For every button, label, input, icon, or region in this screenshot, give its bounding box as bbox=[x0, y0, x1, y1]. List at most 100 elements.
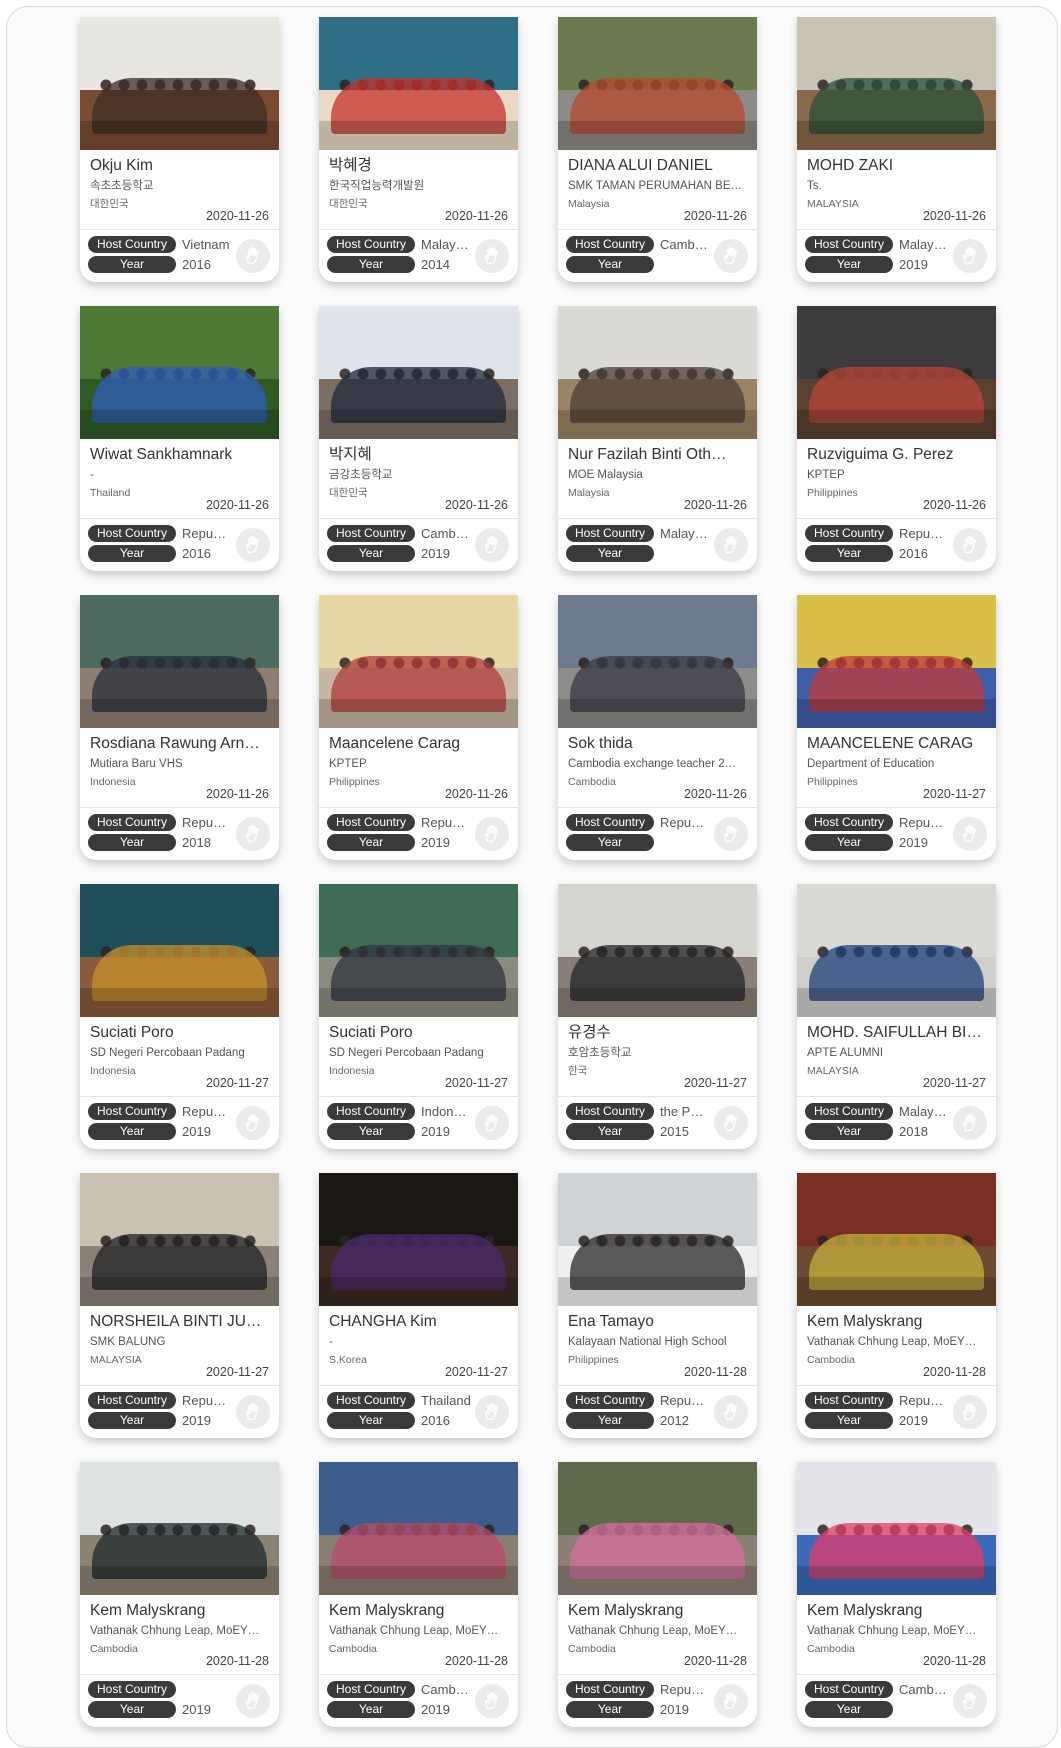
card-photo[interactable] bbox=[319, 1462, 518, 1595]
like-hand-icon[interactable] bbox=[236, 817, 270, 851]
person-name[interactable]: MOHD. SAIFULLAH BI… bbox=[807, 1023, 986, 1043]
photo-floor bbox=[797, 1276, 996, 1306]
person-name[interactable]: DIANA ALUI DANIEL bbox=[568, 156, 747, 176]
card-photo[interactable] bbox=[319, 1173, 518, 1306]
profile-card[interactable]: Kem Malyskrang Vathanak Chhung Leap, MoE… bbox=[319, 1462, 518, 1727]
like-hand-icon[interactable] bbox=[236, 1395, 270, 1429]
card-photo[interactable] bbox=[558, 17, 757, 150]
like-hand-icon[interactable] bbox=[236, 528, 270, 562]
card-photo[interactable] bbox=[797, 595, 996, 728]
like-hand-icon[interactable] bbox=[714, 1106, 748, 1140]
card-photo[interactable] bbox=[797, 884, 996, 1017]
like-hand-icon[interactable] bbox=[953, 1106, 987, 1140]
profile-card[interactable]: 박지혜 금강초등학교 대한민국 2020-11-26 Host Country … bbox=[319, 306, 518, 571]
profile-card[interactable]: 유경수 호암초등학교 한국 2020-11-27 Host Country th… bbox=[558, 884, 757, 1149]
like-hand-icon[interactable] bbox=[475, 528, 509, 562]
like-hand-icon[interactable] bbox=[714, 1684, 748, 1718]
person-name[interactable]: 박지혜 bbox=[329, 445, 508, 465]
profile-card[interactable]: 박혜경 한국직업능력개발원 대한민국 2020-11-26 Host Count… bbox=[319, 17, 518, 282]
card-photo[interactable] bbox=[80, 1462, 279, 1595]
person-name[interactable]: NORSHEILA BINTI JUL… bbox=[90, 1312, 269, 1332]
profile-card[interactable]: Maancelene Carag KPTEP Philippines 2020-… bbox=[319, 595, 518, 860]
card-photo[interactable] bbox=[558, 884, 757, 1017]
person-name[interactable]: Rosdiana Rawung Arn… bbox=[90, 734, 269, 754]
card-photo[interactable] bbox=[558, 1462, 757, 1595]
person-name[interactable]: Suciati Poro bbox=[90, 1023, 269, 1043]
card-photo[interactable] bbox=[80, 306, 279, 439]
card-photo[interactable] bbox=[319, 595, 518, 728]
like-hand-icon[interactable] bbox=[714, 1395, 748, 1429]
card-photo[interactable] bbox=[319, 17, 518, 150]
profile-card[interactable]: Sok thida Cambodia exchange teacher 2… C… bbox=[558, 595, 757, 860]
photo-floor bbox=[80, 1565, 279, 1595]
like-hand-icon[interactable] bbox=[475, 1684, 509, 1718]
profile-card[interactable]: NORSHEILA BINTI JUL… SMK BALUNG MALAYSIA… bbox=[80, 1173, 279, 1438]
profile-card[interactable]: MOHD. SAIFULLAH BI… APTE ALUMNI MALAYSIA… bbox=[797, 884, 996, 1149]
like-hand-icon[interactable] bbox=[475, 1395, 509, 1429]
card-photo[interactable] bbox=[319, 884, 518, 1017]
person-name[interactable]: Kem Malyskrang bbox=[568, 1601, 747, 1621]
profile-card[interactable]: Ruzviguima G. Perez KPTEP Philippines 20… bbox=[797, 306, 996, 571]
person-name[interactable]: CHANGHA Kim bbox=[329, 1312, 508, 1332]
profile-card[interactable]: MAANCELENE CARAG Department of Education… bbox=[797, 595, 996, 860]
person-name[interactable]: Suciati Poro bbox=[329, 1023, 508, 1043]
profile-card[interactable]: Ena Tamayo Kalayaan National High School… bbox=[558, 1173, 757, 1438]
profile-card[interactable]: Kem Malyskrang Vathanak Chhung Leap, MoE… bbox=[797, 1173, 996, 1438]
profile-card[interactable]: CHANGHA Kim - S.Korea 2020-11-27 Host Co… bbox=[319, 1173, 518, 1438]
profile-card[interactable]: Kem Malyskrang Vathanak Chhung Leap, MoE… bbox=[797, 1462, 996, 1727]
profile-card[interactable]: Rosdiana Rawung Arn… Mutiara Baru VHS In… bbox=[80, 595, 279, 860]
profile-card[interactable]: MOHD ZAKI Ts. MALAYSIA 2020-11-26 Host C… bbox=[797, 17, 996, 282]
profile-card[interactable]: DIANA ALUI DANIEL SMK TAMAN PERUMAHAN BE… bbox=[558, 17, 757, 282]
card-photo[interactable] bbox=[797, 1173, 996, 1306]
card-photo[interactable] bbox=[80, 595, 279, 728]
card-photo[interactable] bbox=[80, 884, 279, 1017]
person-name[interactable]: MOHD ZAKI bbox=[807, 156, 986, 176]
person-name[interactable]: 유경수 bbox=[568, 1023, 747, 1043]
like-hand-icon[interactable] bbox=[714, 239, 748, 273]
profile-card[interactable]: Kem Malyskrang Vathanak Chhung Leap, MoE… bbox=[558, 1462, 757, 1727]
profile-card[interactable]: Kem Malyskrang Vathanak Chhung Leap, MoE… bbox=[80, 1462, 279, 1727]
person-name[interactable]: Ruzviguima G. Perez bbox=[807, 445, 986, 465]
person-name[interactable]: Ena Tamayo bbox=[568, 1312, 747, 1332]
card-photo[interactable] bbox=[80, 1173, 279, 1306]
person-name[interactable]: Kem Malyskrang bbox=[90, 1601, 269, 1621]
like-hand-icon[interactable] bbox=[236, 1684, 270, 1718]
profile-card[interactable]: Suciati Poro SD Negeri Percobaan Padang … bbox=[319, 884, 518, 1149]
like-hand-icon[interactable] bbox=[953, 239, 987, 273]
like-hand-icon[interactable] bbox=[953, 1684, 987, 1718]
like-hand-icon[interactable] bbox=[953, 528, 987, 562]
like-hand-icon[interactable] bbox=[475, 817, 509, 851]
person-name[interactable]: Kem Malyskrang bbox=[807, 1601, 986, 1621]
person-name[interactable]: MAANCELENE CARAG bbox=[807, 734, 986, 754]
profile-card[interactable]: Nur Fazilah Binti Oth… MOE Malaysia Mala… bbox=[558, 306, 757, 571]
card-photo[interactable] bbox=[319, 306, 518, 439]
person-name[interactable]: Maancelene Carag bbox=[329, 734, 508, 754]
like-hand-icon[interactable] bbox=[475, 1106, 509, 1140]
person-name[interactable]: Kem Malyskrang bbox=[807, 1312, 986, 1332]
like-hand-icon[interactable] bbox=[714, 528, 748, 562]
profile-card[interactable]: Wiwat Sankhamnark - Thailand 2020-11-26 … bbox=[80, 306, 279, 571]
person-name[interactable]: 박혜경 bbox=[329, 156, 508, 176]
like-hand-icon[interactable] bbox=[714, 817, 748, 851]
person-name[interactable]: Kem Malyskrang bbox=[329, 1601, 508, 1621]
card-photo[interactable] bbox=[558, 306, 757, 439]
person-name[interactable]: Wiwat Sankhamnark bbox=[90, 445, 269, 465]
card-photo[interactable] bbox=[558, 1173, 757, 1306]
card-photo[interactable] bbox=[797, 17, 996, 150]
like-hand-icon[interactable] bbox=[953, 1395, 987, 1429]
card-photo[interactable] bbox=[797, 306, 996, 439]
card-photo[interactable] bbox=[558, 595, 757, 728]
like-hand-icon[interactable] bbox=[236, 1106, 270, 1140]
like-hand-icon[interactable] bbox=[236, 239, 270, 273]
person-name[interactable]: Okju Kim bbox=[90, 156, 269, 176]
like-hand-icon[interactable] bbox=[475, 239, 509, 273]
card-photo[interactable] bbox=[80, 17, 279, 150]
card-photo[interactable] bbox=[797, 1462, 996, 1595]
person-name[interactable]: Nur Fazilah Binti Oth… bbox=[568, 445, 747, 465]
profile-card[interactable]: Suciati Poro SD Negeri Percobaan Padang … bbox=[80, 884, 279, 1149]
post-date: 2020-11-27 bbox=[444, 1365, 508, 1379]
person-name[interactable]: Sok thida bbox=[568, 734, 747, 754]
hand-icon bbox=[962, 536, 976, 554]
profile-card[interactable]: Okju Kim 속초초등학교 대한민국 2020-11-26 Host Cou… bbox=[80, 17, 279, 282]
like-hand-icon[interactable] bbox=[953, 817, 987, 851]
